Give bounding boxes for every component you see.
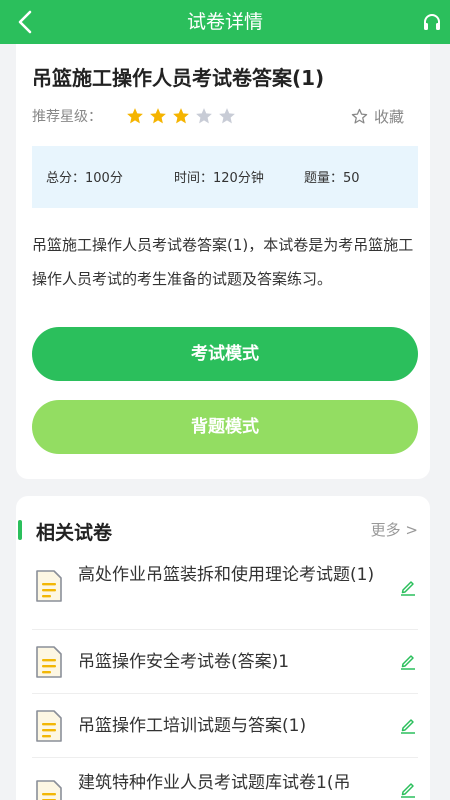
headphones-icon[interactable] bbox=[422, 12, 442, 32]
section-accent-bar bbox=[18, 520, 22, 540]
star-outline-icon bbox=[351, 108, 368, 124]
total-score: 总分：100分 bbox=[46, 171, 123, 186]
exam-time: 时间：120分钟 bbox=[174, 171, 264, 186]
related-item[interactable]: 吊篮操作安全考试卷(答案)1 bbox=[32, 630, 418, 694]
related-item[interactable]: 高处作业吊篮装拆和使用理论考试题(1) bbox=[32, 558, 418, 630]
star-filled-icon bbox=[127, 108, 143, 124]
rating-label: 推荐星级： bbox=[32, 109, 102, 125]
rating-stars bbox=[126, 104, 241, 128]
related-item[interactable]: 建筑特种作业人员考试题库试卷1(吊 bbox=[32, 758, 418, 800]
related-item-title: 吊篮操作工培训试题与答案(1) bbox=[78, 716, 307, 736]
related-item-title: 吊篮操作安全考试卷(答案)1 bbox=[78, 652, 290, 672]
related-item[interactable]: 吊篮操作工培训试题与答案(1) bbox=[32, 694, 418, 758]
related-papers-card: 相关试卷 更多 > 高处作业吊篮装拆和使用理论考试题(1) 吊篮操作安全考试卷(… bbox=[16, 496, 430, 800]
more-link[interactable]: 更多 > bbox=[371, 519, 418, 540]
star-filled-icon bbox=[150, 108, 166, 124]
edit-pencil-icon[interactable] bbox=[400, 578, 416, 596]
edit-pencil-icon[interactable] bbox=[400, 780, 416, 798]
star-filled-icon bbox=[173, 108, 189, 124]
rating-row: 推荐星级： 收藏 bbox=[32, 104, 418, 128]
page-title: 试卷详情 bbox=[186, 11, 263, 33]
top-bar: 试卷详情 bbox=[0, 0, 450, 44]
related-item-title: 建筑特种作业人员考试题库试卷1(吊 bbox=[78, 773, 351, 793]
edit-pencil-icon[interactable] bbox=[400, 652, 416, 670]
edit-pencil-icon[interactable] bbox=[400, 716, 416, 734]
related-section-title: 相关试卷 bbox=[36, 522, 113, 544]
related-item-title: 高处作业吊篮装拆和使用理论考试题(1) bbox=[78, 565, 375, 585]
star-empty-icon bbox=[196, 108, 212, 124]
paper-info-box: 总分：100分 时间：120分钟 题量：50 bbox=[32, 146, 418, 208]
favorite-button[interactable]: 收藏 bbox=[351, 104, 404, 128]
star-empty-icon bbox=[219, 108, 235, 124]
document-icon bbox=[36, 780, 62, 800]
recite-mode-button[interactable]: 背题模式 bbox=[32, 400, 418, 454]
document-icon bbox=[36, 710, 62, 742]
paper-title: 吊篮施工操作人员考试卷答案(1) bbox=[32, 66, 325, 90]
paper-detail-card: 吊篮施工操作人员考试卷答案(1) 推荐星级： 收藏 总分：100分 时间：120… bbox=[16, 44, 430, 479]
exam-mode-button[interactable]: 考试模式 bbox=[32, 327, 418, 381]
document-icon bbox=[36, 570, 62, 602]
paper-description: 吊篮施工操作人员考试卷答案(1)，本试卷是为考吊篮施工操作人员考试的考生准备的试… bbox=[32, 236, 414, 288]
favorite-label: 收藏 bbox=[373, 107, 404, 126]
question-count: 题量：50 bbox=[304, 171, 360, 186]
document-icon bbox=[36, 646, 62, 678]
